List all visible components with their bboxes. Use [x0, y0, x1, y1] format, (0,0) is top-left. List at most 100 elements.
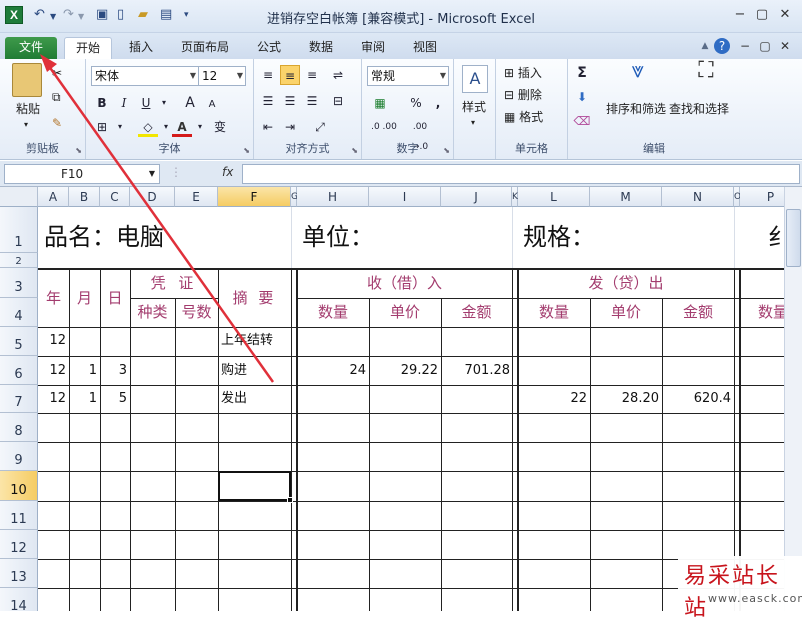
accounting-format-icon[interactable]: ▦	[370, 93, 390, 113]
cell-day[interactable]: 5	[100, 390, 127, 408]
name-box[interactable]: F10 ▼	[4, 164, 160, 184]
scrollbar-thumb[interactable]	[786, 209, 801, 267]
tab-view[interactable]: 视图	[404, 37, 446, 59]
tab-page-layout[interactable]: 页面布局	[174, 37, 236, 59]
paste-dropdown-icon[interactable]: ▾	[24, 117, 28, 133]
workbook-minimize-icon[interactable]: −	[737, 38, 753, 54]
help-icon[interactable]: ?	[714, 38, 730, 54]
restore-button[interactable]: ▢	[753, 7, 771, 23]
paste-button[interactable]: 粘贴	[16, 101, 40, 117]
formula-input[interactable]	[242, 164, 800, 184]
borders-dropdown-icon[interactable]: ▾	[110, 117, 130, 137]
increase-indent-icon[interactable]: ⇥	[280, 117, 300, 137]
fill-handle[interactable]	[287, 497, 293, 503]
column-header-selected[interactable]: F	[218, 187, 291, 207]
cell-day[interactable]: 3	[100, 362, 127, 380]
align-middle-icon[interactable]: ≡	[280, 65, 300, 85]
percent-button[interactable]: %	[406, 93, 426, 113]
workbook-restore-icon[interactable]: ▢	[757, 38, 773, 54]
vertical-scrollbar[interactable]	[784, 187, 802, 611]
select-all-corner[interactable]	[0, 187, 38, 207]
row-header[interactable]: 9	[0, 442, 38, 471]
grow-font-button[interactable]: A	[180, 93, 200, 113]
row-header[interactable]: 5	[0, 327, 38, 356]
cell-in-price[interactable]: 29.22	[369, 362, 438, 380]
copy-icon[interactable]: ⧉	[52, 89, 61, 105]
clipboard-dialog-launcher-icon[interactable]: ⬊	[75, 146, 82, 155]
font-dialog-launcher-icon[interactable]: ⬊	[243, 146, 250, 155]
column-header[interactable]: J	[441, 187, 512, 207]
fill-icon[interactable]: ⬇	[572, 87, 592, 107]
sort-filter-icon[interactable]: ⩔	[624, 60, 652, 93]
tab-file[interactable]: 文件	[5, 37, 57, 59]
font-color-dropdown-icon[interactable]: ▾	[190, 117, 210, 137]
worksheet-grid[interactable]: A B C D E F G H I J K L M N O P 1 2 3 4 …	[0, 187, 802, 611]
row-header[interactable]: 13	[0, 559, 38, 588]
cell-summary[interactable]: 发出	[221, 390, 247, 408]
align-center-icon[interactable]: ☰	[280, 91, 300, 111]
cell-year[interactable]: 12	[38, 362, 66, 380]
row-header[interactable]: 14	[0, 588, 38, 611]
row-header[interactable]: 7	[0, 385, 38, 413]
cell-year[interactable]: 12	[38, 390, 66, 408]
tab-data[interactable]: 数据	[300, 37, 342, 59]
cell-month[interactable]: 1	[69, 362, 97, 380]
column-header[interactable]: M	[590, 187, 662, 207]
sort-filter-button[interactable]: 排序和筛选	[606, 101, 666, 117]
number-format-combo[interactable]: 常规 ▼	[367, 66, 449, 86]
font-size-combo[interactable]: 12 ▼	[198, 66, 246, 86]
cut-icon[interactable]: ✂	[52, 65, 62, 81]
cell-in-qty[interactable]: 24	[297, 362, 366, 380]
row-header[interactable]: 1	[0, 207, 38, 253]
insert-cells-button[interactable]: ⊞ 插入	[504, 65, 542, 81]
format-cells-button[interactable]: ▦ 格式	[504, 109, 543, 125]
cell-in-amount[interactable]: 701.28	[441, 362, 511, 380]
column-header[interactable]: D	[130, 187, 175, 207]
minimize-button[interactable]: −	[731, 7, 749, 23]
row-header-selected[interactable]: 10	[0, 471, 38, 501]
row-header[interactable]: 11	[0, 501, 38, 530]
column-header[interactable]: H	[297, 187, 369, 207]
cell-out-price[interactable]: 28.20	[590, 390, 659, 408]
styles-button[interactable]: 样式	[462, 99, 486, 115]
row-header[interactable]: 6	[0, 356, 38, 385]
row-header[interactable]: 12	[0, 530, 38, 559]
paste-icon[interactable]	[12, 63, 42, 97]
column-header[interactable]: E	[175, 187, 218, 207]
cell-summary[interactable]: 购进	[221, 362, 247, 380]
workbook-close-icon[interactable]: ✕	[777, 38, 793, 54]
ribbon-collapse-icon[interactable]: ▲	[697, 38, 713, 54]
alignment-dialog-launcher-icon[interactable]: ⬊	[351, 146, 358, 155]
tab-insert[interactable]: 插入	[120, 37, 162, 59]
cell-month[interactable]: 1	[69, 390, 97, 408]
clear-icon[interactable]: ⌫	[572, 111, 592, 131]
column-header[interactable]: N	[662, 187, 734, 207]
cell-out-amount[interactable]: 620.4	[662, 390, 731, 408]
cell-summary[interactable]: 上年结转	[221, 332, 273, 350]
orientation-icon[interactable]: ⤢	[310, 117, 330, 137]
row-header[interactable]: 3	[0, 268, 38, 298]
underline-button[interactable]: U	[136, 93, 156, 113]
tab-home[interactable]: 开始	[64, 37, 112, 59]
decrease-indent-icon[interactable]: ⇤	[258, 117, 278, 137]
row-header[interactable]: 8	[0, 413, 38, 442]
column-header[interactable]: A	[38, 187, 69, 207]
align-left-icon[interactable]: ☰	[258, 91, 278, 111]
wrap-text-icon[interactable]: ⇌	[328, 65, 348, 85]
column-header[interactable]: I	[369, 187, 441, 207]
insert-function-button[interactable]: fx	[222, 165, 233, 179]
active-cell-f10[interactable]	[218, 471, 293, 503]
column-header[interactable]: L	[518, 187, 590, 207]
row-header[interactable]: 2	[0, 253, 38, 268]
tab-formulas[interactable]: 公式	[248, 37, 290, 59]
number-dialog-launcher-icon[interactable]: ⬊	[443, 146, 450, 155]
italic-button[interactable]: I	[114, 93, 134, 113]
cell-year[interactable]: 12	[38, 332, 66, 350]
font-name-combo[interactable]: 宋体 ▼	[91, 66, 199, 86]
format-painter-icon[interactable]: ✎	[52, 115, 62, 131]
row-header[interactable]: 4	[0, 298, 38, 327]
delete-cells-button[interactable]: ⊟ 删除	[504, 87, 542, 103]
underline-dropdown-icon[interactable]: ▾	[154, 93, 174, 113]
autosum-button[interactable]: Σ	[572, 63, 592, 83]
styles-dropdown-icon[interactable]: ▾	[471, 115, 475, 131]
